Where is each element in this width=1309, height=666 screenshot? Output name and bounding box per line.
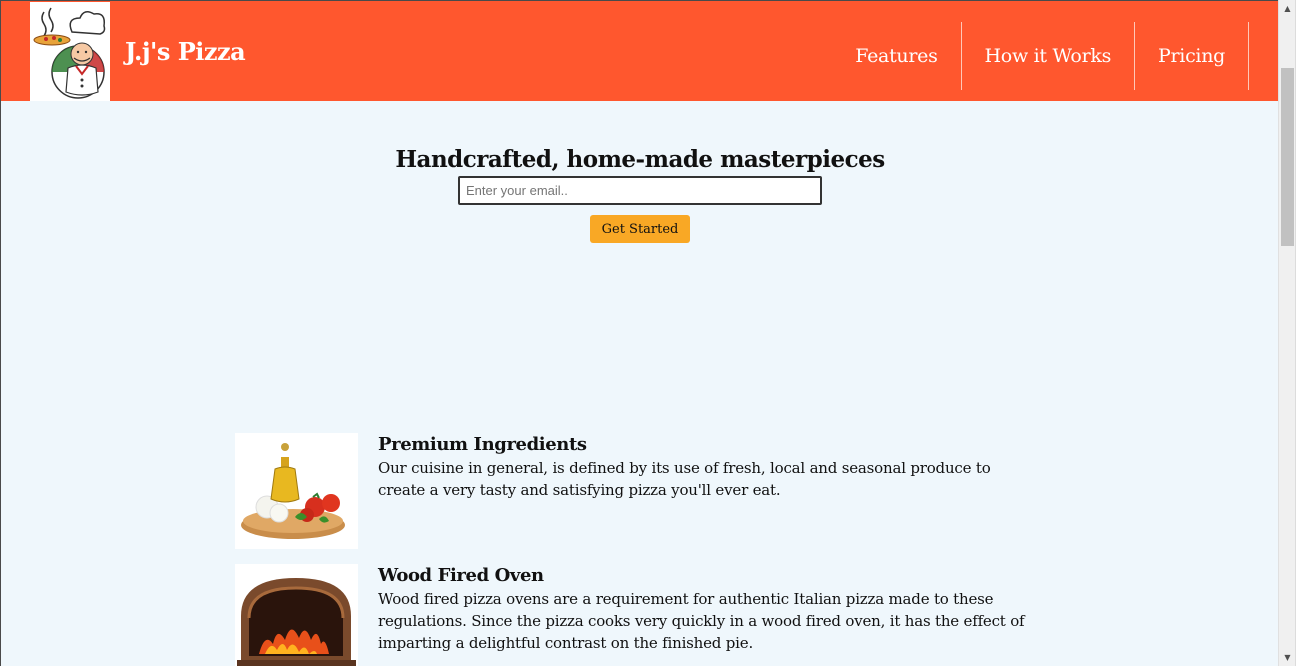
feature-text: Wood Fired Oven Wood fired pizza ovens a… <box>378 564 1038 654</box>
vertical-scrollbar[interactable]: ▲ ▼ <box>1278 0 1295 666</box>
feature-item: Wood Fired Oven Wood fired pizza ovens a… <box>235 564 1035 666</box>
nav-features[interactable]: Features <box>855 22 962 90</box>
oven-icon <box>235 564 358 666</box>
feature-title: Premium Ingredients <box>378 434 587 455</box>
chef-logo-icon <box>33 7 106 99</box>
ingredients-image <box>235 433 358 549</box>
feature-title: Wood Fired Oven <box>378 565 544 586</box>
scroll-thumb[interactable] <box>1281 68 1294 246</box>
get-started-button[interactable]: Get Started <box>590 215 690 243</box>
main-nav: Features How it Works Pricing <box>855 22 1249 90</box>
ingredients-icon <box>235 433 358 549</box>
nav-pricing[interactable]: Pricing <box>1135 22 1249 90</box>
brand-name[interactable]: J.j's Pizza <box>125 37 246 66</box>
side-panel-edge <box>1295 0 1309 666</box>
oven-image <box>235 564 358 666</box>
scroll-down-arrow-icon[interactable]: ▼ <box>1279 649 1296 666</box>
nav-how-it-works[interactable]: How it Works <box>962 22 1136 90</box>
feature-item: Premium Ingredients Our cuisine in gener… <box>235 433 1035 549</box>
feature-description: Our cuisine in general, is defined by it… <box>378 459 991 499</box>
site-header: J.j's Pizza Features How it Works Pricin… <box>1 1 1278 101</box>
hero-title: Handcrafted, home-made masterpieces <box>395 146 885 173</box>
chef-logo[interactable] <box>30 2 110 101</box>
feature-text: Premium Ingredients Our cuisine in gener… <box>378 433 1038 501</box>
feature-description: Wood fired pizza ovens are a requirement… <box>378 590 1025 652</box>
scroll-up-arrow-icon[interactable]: ▲ <box>1279 0 1296 17</box>
email-input[interactable] <box>458 176 822 205</box>
page: J.j's Pizza Features How it Works Pricin… <box>0 0 1278 666</box>
